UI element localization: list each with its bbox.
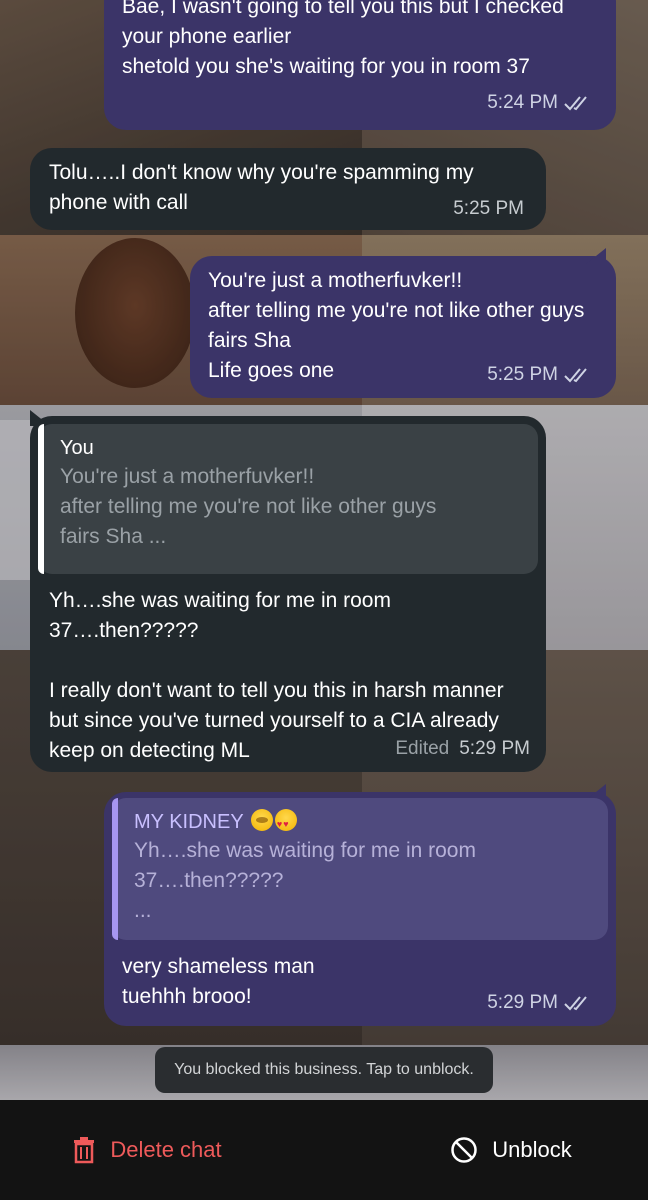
quoted-reply-author: MY KIDNEY [134,808,592,838]
message-meta: 5:25 PM [453,194,524,224]
quoted-reply[interactable]: You You're just a motherfuvker!! after t… [38,424,538,574]
message-meta: 5:25 PM [487,360,594,390]
message-meta: 5:24 PM [487,88,594,118]
message-bubble-incoming[interactable]: You You're just a motherfuvker!! after t… [30,410,546,772]
message-bubble-outgoing[interactable]: You're just a motherfuvker!! after telli… [190,248,616,398]
message-time: 5:29 PM [459,738,530,759]
delete-chat-button[interactable]: Delete chat [0,1100,284,1200]
message-time: 5:24 PM [487,92,558,113]
delete-chat-label: Delete chat [110,1137,222,1162]
message-text: Bae, I wasn't going to tell you this but… [122,0,564,78]
message-time: 5:29 PM [487,992,558,1013]
message-time: 5:25 PM [487,364,558,385]
double-check-icon [564,996,587,1011]
trash-icon [74,1137,95,1164]
double-check-icon [564,368,587,383]
edited-label: Edited [395,738,450,759]
blocked-toast[interactable]: You blocked this business. Tap to unbloc… [155,1047,493,1093]
double-check-icon [564,96,587,111]
pleading-face-emoji [250,809,273,831]
quoted-reply-text: You're just a motherfuvker!! after telli… [60,465,437,548]
message-time: 5:25 PM [453,198,524,219]
unblock-button[interactable]: Unblock [284,1100,648,1200]
unblock-label: Unblock [492,1137,572,1162]
quoted-reply-author-name: MY KIDNEY [134,811,244,833]
quoted-reply[interactable]: MY KIDNEY Yh….she was waiting for me in … [112,798,608,940]
quoted-reply-text: Yh….she was waiting for me in room 37….t… [134,839,476,922]
bottom-action-bar: Delete chat Unblock [0,1100,648,1200]
block-icon [451,1137,477,1163]
quoted-reply-author: You [60,437,94,459]
heart-eyes-emoji [274,809,297,838]
message-bubble-outgoing[interactable]: MY KIDNEY Yh….she was waiting for me in … [104,784,616,1026]
message-bubble-outgoing[interactable]: Bae, I wasn't going to tell you this but… [104,0,616,130]
message-meta: Edited 5:29 PM [395,734,530,764]
message-meta: 5:29 PM [487,988,594,1018]
message-bubble-incoming[interactable]: Tolu…..I don't know why you're spamming … [30,148,546,230]
